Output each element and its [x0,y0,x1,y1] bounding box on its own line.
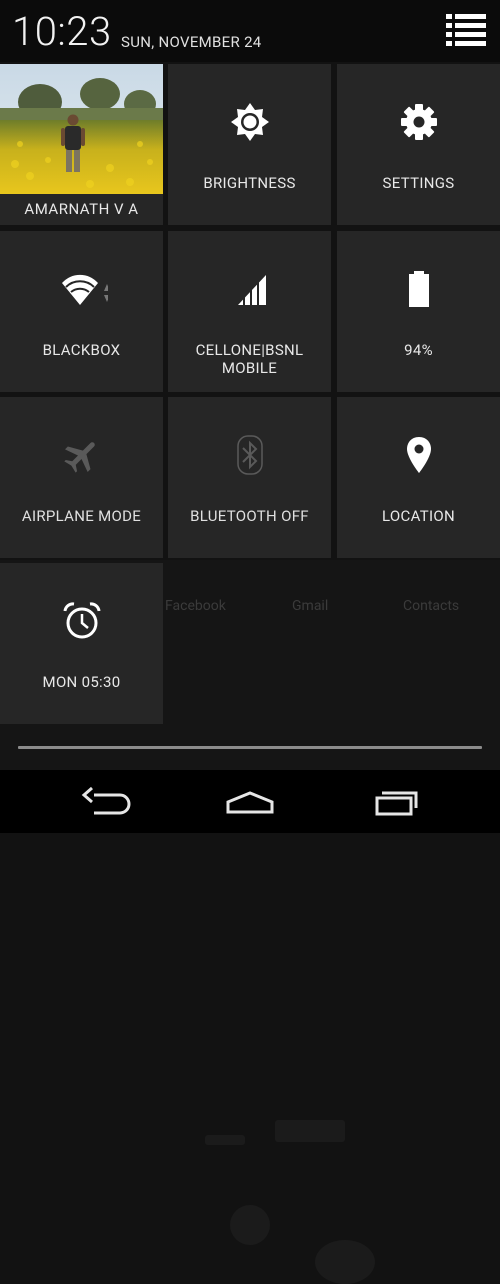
shade-handle-divider[interactable] [18,746,482,749]
user-tile[interactable]: AMARNATH V A [0,64,163,225]
date: SUN, NOVEMBER 24 [121,33,262,51]
settings-label: SETTINGS [382,174,455,192]
background-app-label: Facebook [165,598,226,614]
mobile-signal-tile[interactable]: CELLONE|BSNL MOBILE [168,231,331,392]
background-app-icon [275,1120,345,1142]
status-bar: 10:23 SUN, NOVEMBER 24 [0,0,500,62]
alarm-time-label: MON 05:30 [42,673,121,691]
airplane-mode-label: AIRPLANE MODE [21,507,142,525]
background-app-icon [230,1205,270,1245]
home-icon [226,791,274,814]
bluetooth-tile[interactable]: BLUETOOTH OFF [168,397,331,558]
notifications-toggle-button[interactable] [444,12,488,50]
location-pin-icon [406,437,431,473]
background-app-icon [315,1240,375,1284]
clock: 10:23 [12,8,112,55]
wifi-icon [61,274,108,305]
background-app-label: Contacts [403,598,460,614]
home-button[interactable] [210,778,290,826]
location-tile[interactable]: LOCATION [337,397,500,558]
wifi-label: BLACKBOX [42,341,121,359]
location-label: LOCATION [382,507,455,525]
recents-icon [375,791,418,816]
notification-list-icon [446,14,486,46]
user-avatar-photo [0,64,163,194]
bluetooth-icon [236,435,263,475]
background-app-icon [205,1135,245,1145]
back-icon [81,786,131,815]
brightness-tile[interactable]: BRIGHTNESS [168,64,331,225]
back-button[interactable] [64,778,144,826]
battery-level-label: 94% [404,341,433,359]
gear-icon [400,104,437,140]
brightness-label: BRIGHTNESS [203,174,296,192]
signal-icon [237,275,266,305]
recents-button[interactable] [357,778,437,826]
navigation-bar [0,770,500,833]
battery-icon [408,271,429,307]
airplane-mode-tile[interactable]: AIRPLANE MODE [0,397,163,558]
battery-tile[interactable]: 94% [337,231,500,392]
bluetooth-label: BLUETOOTH OFF [190,507,309,525]
mobile-network-label: CELLONE|BSNL MOBILE [195,341,304,377]
background-app-label: Gmail [292,598,329,614]
alarm-clock-icon [63,602,100,639]
settings-tile[interactable]: SETTINGS [337,64,500,225]
alarm-tile[interactable]: MON 05:30 [0,563,163,724]
wifi-tile[interactable]: BLACKBOX [0,231,163,392]
user-name: AMARNATH V A [0,194,163,225]
airplane-icon [63,442,95,473]
brightness-icon [230,103,269,141]
